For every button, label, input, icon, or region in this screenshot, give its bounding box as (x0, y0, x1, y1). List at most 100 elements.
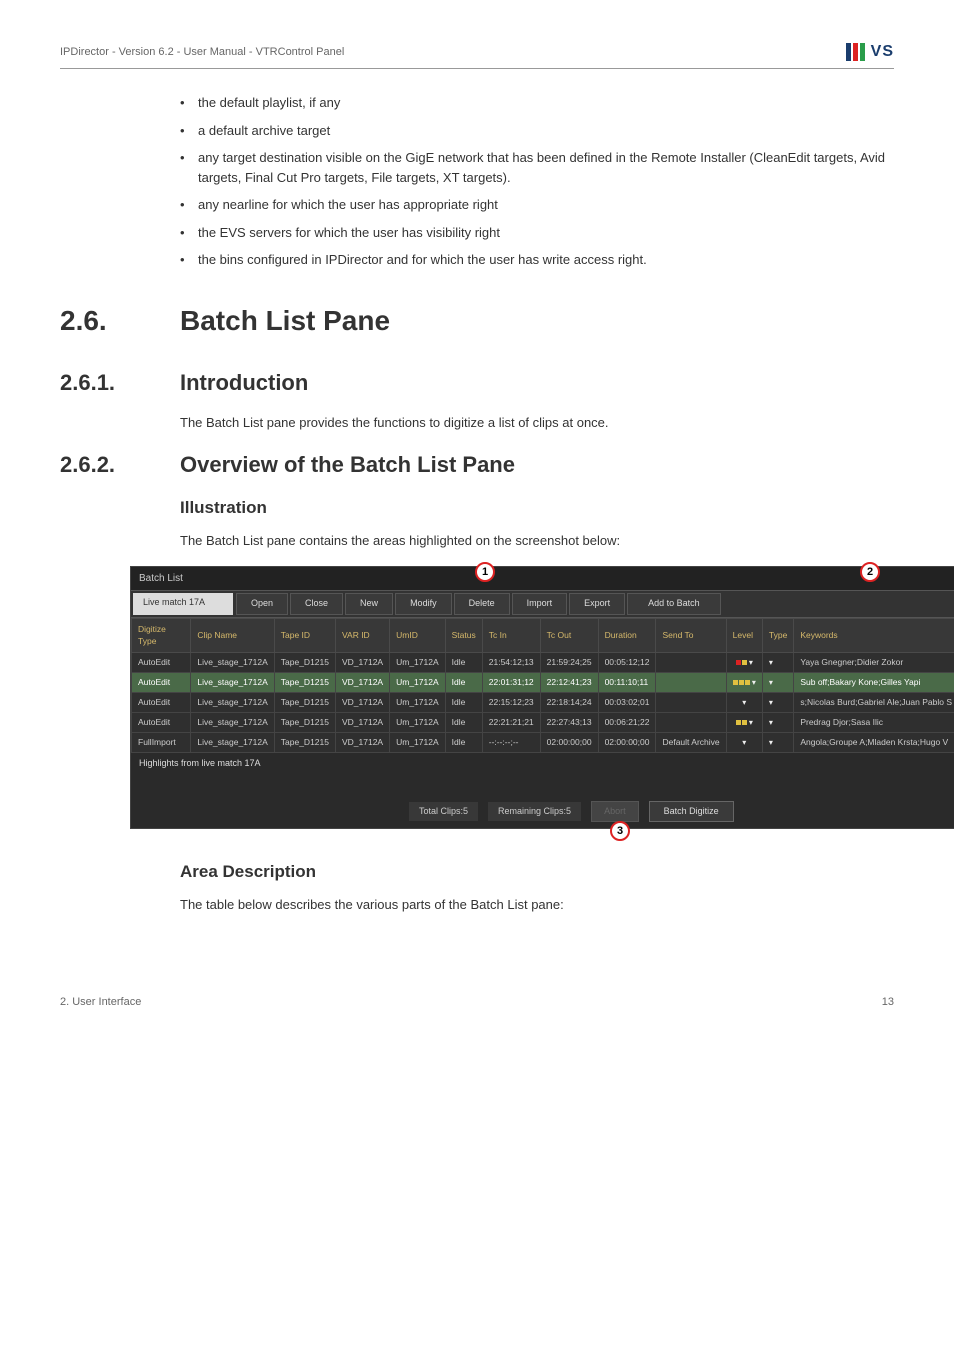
bullet-list: the default playlist, if any a default a… (180, 93, 894, 270)
table-cell: 22:21:21;21 (482, 713, 540, 733)
level-cell[interactable] (726, 713, 762, 733)
callout-badge-2: 2 (860, 562, 880, 582)
open-button[interactable]: Open (236, 593, 288, 615)
table-row[interactable]: AutoEditLive_stage_1712ATape_D1215VD_171… (132, 693, 954, 713)
illustration-heading: Illustration (180, 495, 894, 521)
table-cell: Idle (445, 733, 482, 753)
table-cell: VD_1712A (335, 653, 389, 673)
area-description-body: The table below describes the various pa… (180, 895, 894, 915)
table-cell: AutoEdit (132, 653, 191, 673)
table-cell: 00:03:02;01 (598, 693, 656, 713)
add-to-batch-button[interactable]: Add to Batch (627, 593, 721, 615)
close-button[interactable]: Close (290, 593, 343, 615)
column-header[interactable]: Type (762, 618, 793, 653)
total-clips: Total Clips:5 (409, 802, 478, 822)
table-cell: Live_stage_1712A (191, 673, 274, 693)
page-header: IPDirector - Version 6.2 - User Manual -… (60, 40, 894, 69)
illustration-body: The Batch List pane contains the areas h… (180, 531, 894, 551)
keywords-cell: Angola;Groupe A;Mladen Krsta;Hugo V (794, 733, 954, 753)
type-cell[interactable] (762, 653, 793, 673)
table-cell: Idle (445, 653, 482, 673)
column-header[interactable]: Tc In (482, 618, 540, 653)
batch-digitize-button[interactable]: Batch Digitize (649, 801, 734, 823)
type-cell[interactable] (762, 673, 793, 693)
table-cell: VD_1712A (335, 733, 389, 753)
table-row[interactable]: AutoEditLive_stage_1712ATape_D1215VD_171… (132, 713, 954, 733)
table-cell: 22:12:41;23 (540, 673, 598, 693)
new-button[interactable]: New (345, 593, 393, 615)
batch-list-title: Batch List (131, 567, 954, 590)
column-header[interactable]: VAR ID (335, 618, 389, 653)
table-cell: 02:00:00;00 (540, 733, 598, 753)
column-header[interactable]: Clip Name (191, 618, 274, 653)
table-cell: VD_1712A (335, 713, 389, 733)
table-cell: Tape_D1215 (274, 693, 335, 713)
table-cell: 00:11:10;11 (598, 673, 656, 693)
type-cell[interactable] (762, 693, 793, 713)
batch-list-screenshot: 1 2 Batch List Live match 17A Open Close… (130, 566, 954, 829)
section-2-6: 2.6. Batch List Pane (60, 300, 894, 342)
column-header[interactable]: Duration (598, 618, 656, 653)
column-header[interactable]: Level (726, 618, 762, 653)
list-item: the EVS servers for which the user has v… (180, 223, 894, 243)
list-item: a default archive target (180, 121, 894, 141)
table-cell: Um_1712A (390, 693, 446, 713)
type-cell[interactable] (762, 733, 793, 753)
column-header[interactable]: Tc Out (540, 618, 598, 653)
batch-bottom-bar: Total Clips:5 Remaining Clips:5 Abort Ba… (131, 795, 954, 829)
keywords-cell: Sub off;Bakary Kone;Gilles Yapi (794, 673, 954, 693)
subsection-title: Overview of the Batch List Pane (180, 448, 515, 481)
table-cell: Tape_D1215 (274, 673, 335, 693)
modify-button[interactable]: Modify (395, 593, 452, 615)
level-cell[interactable] (726, 733, 762, 753)
batch-toolbar: Live match 17A Open Close New Modify Del… (131, 590, 954, 618)
list-item: the default playlist, if any (180, 93, 894, 113)
keywords-cell: Predrag Djor;Sasa Ilic (794, 713, 954, 733)
level-cell[interactable] (726, 673, 762, 693)
table-cell: Live_stage_1712A (191, 653, 274, 673)
table-cell: FullImport (132, 733, 191, 753)
level-cell[interactable] (726, 693, 762, 713)
page-footer: 2. User Interface 13 (60, 994, 894, 1011)
column-header[interactable]: Keywords (794, 618, 954, 653)
delete-button[interactable]: Delete (454, 593, 510, 615)
type-cell[interactable] (762, 713, 793, 733)
keywords-cell: s;Nicolas Burd;Gabriel Ale;Juan Pablo S (794, 693, 954, 713)
logo-text: VS (871, 40, 894, 64)
table-cell: --:--:--;-- (482, 733, 540, 753)
column-header[interactable]: Send To (656, 618, 726, 653)
area-description-heading: Area Description (180, 859, 894, 885)
table-cell: Idle (445, 713, 482, 733)
match-name-field[interactable]: Live match 17A (133, 593, 233, 615)
export-button[interactable]: Export (569, 593, 625, 615)
table-cell: AutoEdit (132, 713, 191, 733)
table-cell: AutoEdit (132, 693, 191, 713)
footer-right: 13 (882, 994, 894, 1011)
header-text: IPDirector - Version 6.2 - User Manual -… (60, 44, 344, 61)
table-row[interactable]: AutoEditLive_stage_1712ATape_D1215VD_171… (132, 673, 954, 693)
table-cell (656, 693, 726, 713)
column-header[interactable]: Status (445, 618, 482, 653)
footer-left: 2. User Interface (60, 994, 141, 1011)
batch-grid[interactable]: Digitize TypeClip NameTape IDVAR IDUmIDS… (131, 618, 954, 754)
column-header[interactable]: UmID (390, 618, 446, 653)
section-2-6-1: 2.6.1. Introduction (60, 366, 894, 399)
table-cell: Um_1712A (390, 653, 446, 673)
table-row[interactable]: FullImportLive_stage_1712ATape_D1215VD_1… (132, 733, 954, 753)
import-button[interactable]: Import (512, 593, 568, 615)
table-row[interactable]: AutoEditLive_stage_1712ATape_D1215VD_171… (132, 653, 954, 673)
table-cell: Um_1712A (390, 713, 446, 733)
callout-badge-1: 1 (475, 562, 495, 582)
logo-bars-icon (846, 43, 865, 61)
abort-button[interactable]: Abort (591, 801, 639, 823)
subsection-number: 2.6.2. (60, 448, 180, 481)
table-cell: Default Archive (656, 733, 726, 753)
table-cell: 22:18:14;24 (540, 693, 598, 713)
section-title: Batch List Pane (180, 300, 390, 342)
table-cell: 00:05:12;12 (598, 653, 656, 673)
level-cell[interactable] (726, 653, 762, 673)
table-cell: VD_1712A (335, 693, 389, 713)
list-item: any target destination visible on the Gi… (180, 148, 894, 187)
column-header[interactable]: Digitize Type (132, 618, 191, 653)
column-header[interactable]: Tape ID (274, 618, 335, 653)
